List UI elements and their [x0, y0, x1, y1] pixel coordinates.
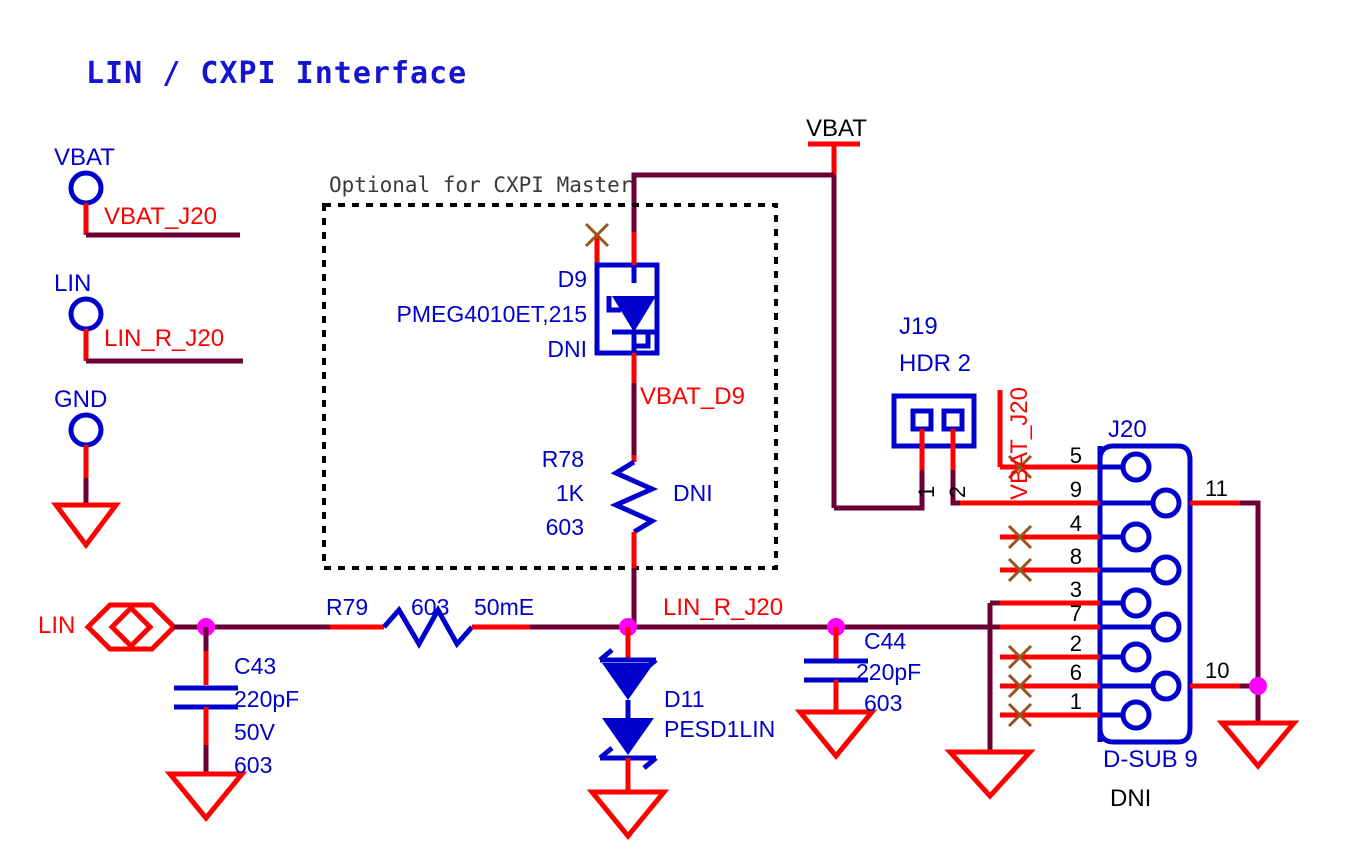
- d11-value: PESD1LIN: [664, 716, 776, 742]
- net-label-lin-r-j20-main: LIN_R_J20: [663, 594, 784, 621]
- testpoint-lin-label: LIN: [54, 270, 92, 297]
- r79-package: 603: [411, 594, 450, 620]
- testpoint-vbat-label: VBAT: [54, 144, 115, 171]
- net-label-lin-r-j20-tp: LIN_R_J20: [104, 325, 225, 352]
- gnd-symbol-c43: [164, 771, 248, 822]
- gnd-symbol-testpoint: [51, 502, 121, 550]
- testpoint-gnd-symbol[interactable]: [68, 412, 104, 505]
- gnd-symbol-c44: [794, 709, 878, 760]
- j20-pin-number-5: 5: [1069, 443, 1082, 468]
- j20-pin-number-8: 8: [1069, 544, 1082, 569]
- gnd-symbol-dsub-shell: [1216, 720, 1300, 770]
- j20-designator: J20: [1108, 416, 1147, 443]
- j19-value: HDR 2: [899, 350, 972, 377]
- j20-pin-number-4: 4: [1069, 511, 1082, 536]
- net-label-vbat-j20-vertical: VBAT_J20: [1006, 387, 1033, 500]
- net-label-vbat-d9: VBAT_D9: [640, 383, 745, 410]
- c44-value: 220pF: [856, 659, 922, 685]
- net-label-vbat-j20: VBAT_J20: [104, 203, 217, 230]
- schematic-sheet: .w{stroke:#6B0036;stroke-width:5;fill:no…: [0, 0, 1357, 861]
- d9-designator: D9: [557, 266, 587, 292]
- power-label-vbat: VBAT: [806, 115, 867, 142]
- j20-pin-number-1: 1: [1069, 689, 1082, 714]
- r78-designator: R78: [541, 446, 584, 472]
- j20-pin-number-11: 11: [1205, 476, 1228, 501]
- d9-value: PMEG4010ET,215: [396, 301, 587, 327]
- wire-j19-pin1-to-vbat: [834, 470, 925, 511]
- port-lin-label: LIN: [38, 612, 76, 639]
- j20-fit: DNI: [1110, 785, 1152, 812]
- gnd-symbol-d11: [586, 789, 670, 840]
- j19-designator: J19: [899, 313, 938, 340]
- header-j19-symbol[interactable]: [891, 393, 977, 449]
- j19-pin-number-2: 2: [945, 485, 970, 498]
- gnd-symbol-j20: [944, 749, 1036, 800]
- diode-d9-symbol[interactable]: [594, 262, 660, 356]
- j20-pin-number-3: 3: [1069, 577, 1082, 602]
- page-title: LIN / CXPI Interface: [86, 56, 468, 91]
- d11-designator: D11: [664, 686, 705, 712]
- j20-pin-number-2: 2: [1069, 631, 1082, 656]
- r79-value: 50mE: [474, 594, 535, 620]
- connector-j20-symbol[interactable]: [1097, 443, 1193, 745]
- j20-pin-number-7: 7: [1069, 601, 1082, 626]
- c44-designator: C44: [864, 628, 907, 654]
- c44-package: 603: [864, 690, 903, 716]
- j19-pin-number-1: 1: [914, 485, 939, 498]
- tvs-d11-symbol[interactable]: [598, 648, 658, 770]
- wire-pin11-to-gnd: [1240, 500, 1261, 686]
- j20-pin-number-10: 10: [1205, 658, 1230, 683]
- resistor-r78-symbol[interactable]: [609, 459, 659, 535]
- j20-value: D-SUB 9: [1103, 746, 1198, 773]
- j20-pin-number-9: 9: [1069, 477, 1082, 502]
- port-lin-symbol[interactable]: [84, 602, 178, 652]
- capacitor-c43-symbol[interactable]: [174, 685, 238, 710]
- c43-value: 220pF: [234, 686, 300, 712]
- power-symbol-vbat: [808, 141, 860, 175]
- c43-package: 603: [234, 752, 273, 778]
- r79-designator: R79: [326, 594, 369, 620]
- optional-cxpi-note: Optional for CXPI Master: [329, 173, 633, 197]
- j20-pin-number-6: 6: [1069, 660, 1082, 685]
- c43-voltage: 50V: [234, 719, 275, 745]
- junction-dot-pin10: [1249, 677, 1267, 695]
- c43-designator: C43: [234, 653, 277, 679]
- d9-fit: DNI: [547, 336, 587, 362]
- testpoint-gnd-label: GND: [54, 386, 108, 413]
- r78-value: 1K: [555, 480, 584, 506]
- r78-package: 603: [545, 514, 584, 540]
- r78-fit: DNI: [673, 480, 713, 506]
